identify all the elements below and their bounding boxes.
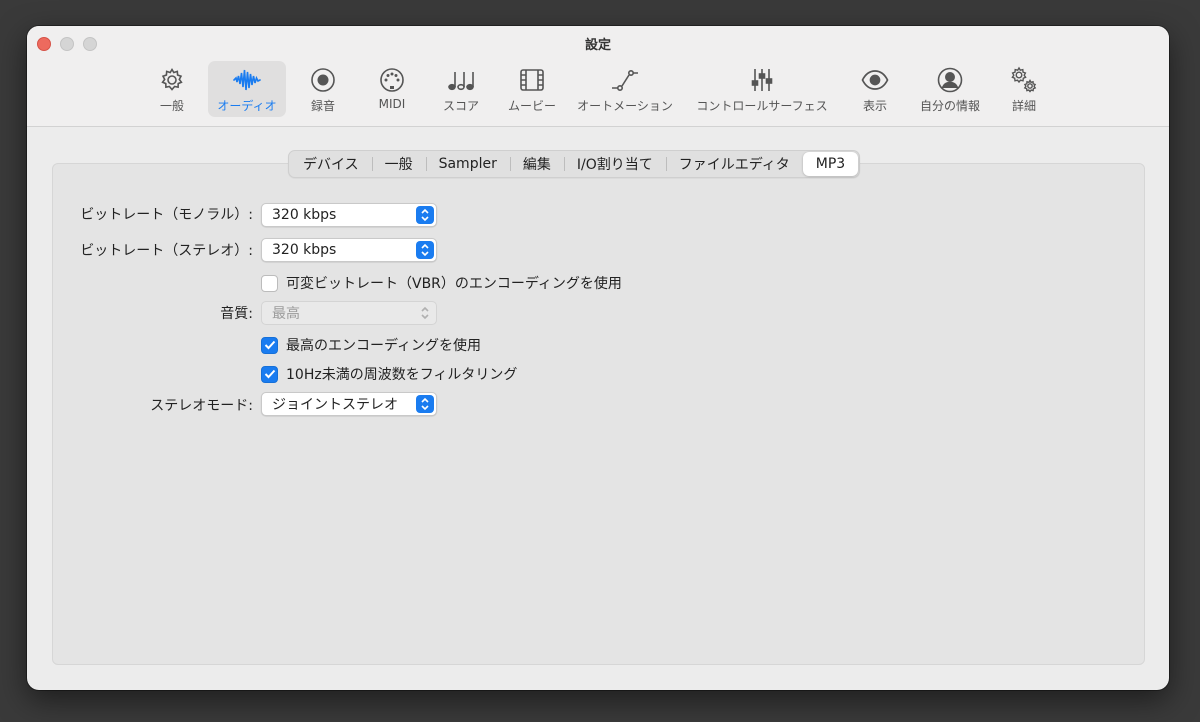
film-icon [517, 65, 547, 95]
record-icon [308, 65, 338, 95]
toolbar-automation[interactable]: オートメーション [573, 61, 677, 117]
person-icon [935, 65, 965, 95]
toolbar-label: 自分の情報 [919, 99, 980, 113]
settings-window: 設定 一般 オーディオ 録音 MIDI スコア ムービー オートメーション コン… [27, 26, 1169, 690]
tab-devices[interactable]: デバイス [290, 152, 372, 176]
midi-port-icon [377, 65, 407, 95]
bitrate-stereo-popup[interactable]: 320 kbps [261, 238, 437, 262]
checkmark-icon [264, 369, 275, 379]
toolbar-audio[interactable]: オーディオ [208, 61, 286, 117]
toolbar-record[interactable]: 録音 [302, 61, 344, 117]
music-notes-icon [446, 65, 476, 95]
chevron-updown-icon [416, 206, 434, 224]
tab-mp3[interactable]: MP3 [802, 152, 859, 176]
eye-icon [860, 65, 890, 95]
popup-value: 320 kbps [272, 207, 337, 223]
toolbar-label: コントロールサーフェス [696, 99, 828, 113]
tab-io-assignments[interactable]: I/O割り当て [563, 152, 666, 176]
toolbar-movie[interactable]: ムービー [505, 61, 559, 117]
audio-tab-bar: デバイス 一般 Sampler 編集 I/O割り当て ファイルエディタ MP3 [288, 150, 861, 178]
stereo-mode-label: ステレオモード: [150, 398, 253, 414]
popup-value: 最高 [272, 306, 300, 322]
toolbar-control-surfaces[interactable]: コントロールサーフェス [692, 61, 832, 117]
checkmark-icon [264, 340, 275, 350]
vbr-label: 可変ビットレート（VBR）のエンコーディングを使用 [286, 276, 622, 292]
toolbar-my-info[interactable]: 自分の情報 [917, 61, 983, 117]
toolbar-view[interactable]: 表示 [854, 61, 896, 117]
toolbar-label: オーディオ [217, 99, 277, 113]
titlebar: 設定 一般 オーディオ 録音 MIDI スコア ムービー オートメーション コン… [27, 26, 1169, 127]
tab-sampler[interactable]: Sampler [425, 152, 510, 176]
chevron-updown-icon [416, 241, 434, 259]
gears-icon [1009, 65, 1039, 95]
bitrate-mono-popup[interactable]: 320 kbps [261, 203, 437, 227]
toolbar-label: MIDI [378, 97, 406, 111]
tab-file-editor[interactable]: ファイルエディタ [665, 152, 803, 176]
toolbar-midi[interactable]: MIDI [371, 61, 413, 117]
chevron-updown-icon [416, 304, 434, 322]
vbr-checkbox-row[interactable]: 可変ビットレート（VBR）のエンコーディングを使用 [261, 273, 622, 293]
window-title: 設定 [584, 38, 611, 53]
toolbar-score[interactable]: スコア [438, 61, 484, 117]
chevron-updown-icon [416, 395, 434, 413]
best-encoding-checkbox[interactable] [261, 336, 278, 354]
tab-general[interactable]: 一般 [371, 152, 426, 176]
toolbar-label: スコア [442, 99, 479, 113]
popup-value: 320 kbps [272, 242, 337, 258]
toolbar-label: 詳細 [1011, 99, 1036, 113]
stereo-mode-popup[interactable]: ジョイントステレオ [261, 392, 437, 416]
filter-10hz-checkbox-row[interactable]: 10Hz未満の周波数をフィルタリング [261, 364, 517, 384]
quality-label: 音質: [220, 306, 253, 322]
waveform-icon [232, 65, 262, 95]
sliders-icon [747, 65, 777, 95]
vbr-checkbox[interactable] [261, 274, 278, 292]
quality-popup: 最高 [261, 301, 437, 325]
toolbar-label: 録音 [310, 99, 335, 113]
tab-editing[interactable]: 編集 [509, 152, 564, 176]
best-encoding-checkbox-row[interactable]: 最高のエンコーディングを使用 [261, 335, 481, 355]
automation-curve-icon [610, 65, 640, 95]
toolbar-label: 表示 [862, 99, 887, 113]
toolbar-label: ムービー [507, 99, 556, 113]
toolbar-advanced[interactable]: 詳細 [1003, 61, 1045, 117]
best-encoding-label: 最高のエンコーディングを使用 [286, 338, 482, 354]
settings-toolbar: 一般 オーディオ 録音 MIDI スコア ムービー オートメーション コントロー… [27, 61, 1169, 117]
bitrate-stereo-label: ビットレート（ステレオ）: [80, 243, 253, 259]
bitrate-mono-label: ビットレート（モノラル）: [80, 207, 253, 223]
filter-10hz-checkbox[interactable] [261, 365, 278, 383]
filter-10hz-label: 10Hz未満の周波数をフィルタリング [286, 367, 518, 383]
toolbar-label: オートメーション [577, 99, 673, 113]
gear-icon [157, 65, 187, 95]
popup-value: ジョイントステレオ [272, 397, 398, 413]
toolbar-general[interactable]: 一般 [151, 61, 193, 117]
toolbar-label: 一般 [159, 99, 184, 113]
